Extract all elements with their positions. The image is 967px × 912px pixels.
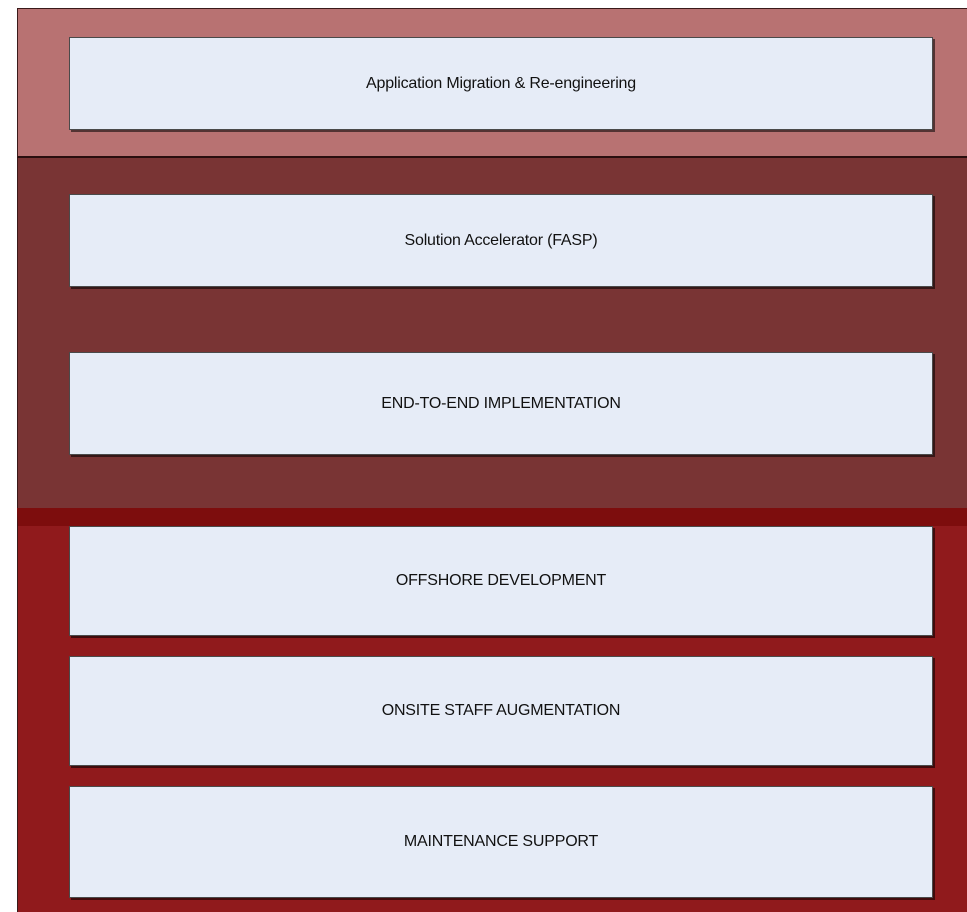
box-label: END-TO-END IMPLEMENTATION bbox=[381, 394, 621, 412]
tier-top-band: Application Migration & Re-engineering bbox=[17, 8, 967, 158]
box-maintenance-support: MAINTENANCE SUPPORT bbox=[69, 786, 933, 898]
box-end-to-end-implementation: END-TO-END IMPLEMENTATION bbox=[69, 352, 933, 455]
box-label: Solution Accelerator (FASP) bbox=[404, 231, 598, 249]
box-label: Application Migration & Re-engineering bbox=[366, 74, 636, 92]
tier-middle-band: Solution Accelerator (FASP) END-TO-END I… bbox=[17, 158, 967, 508]
layered-service-diagram: { "colors": { "tier_top": "#b87272", "ti… bbox=[0, 0, 967, 912]
box-offshore-development: OFFSHORE DEVELOPMENT bbox=[69, 526, 933, 636]
box-label: ONSITE STAFF AUGMENTATION bbox=[381, 702, 621, 719]
box-onsite-staff-augmentation: ONSITE STAFF AUGMENTATION bbox=[69, 656, 933, 766]
box-solution-accelerator: Solution Accelerator (FASP) bbox=[69, 194, 933, 287]
box-label: OFFSHORE DEVELOPMENT bbox=[395, 572, 607, 589]
tier-bottom-band: OFFSHORE DEVELOPMENT ONSITE STAFF AUGMEN… bbox=[17, 508, 967, 912]
box-application-migration: Application Migration & Re-engineering bbox=[69, 37, 933, 130]
box-label: MAINTENANCE SUPPORT bbox=[403, 833, 599, 850]
